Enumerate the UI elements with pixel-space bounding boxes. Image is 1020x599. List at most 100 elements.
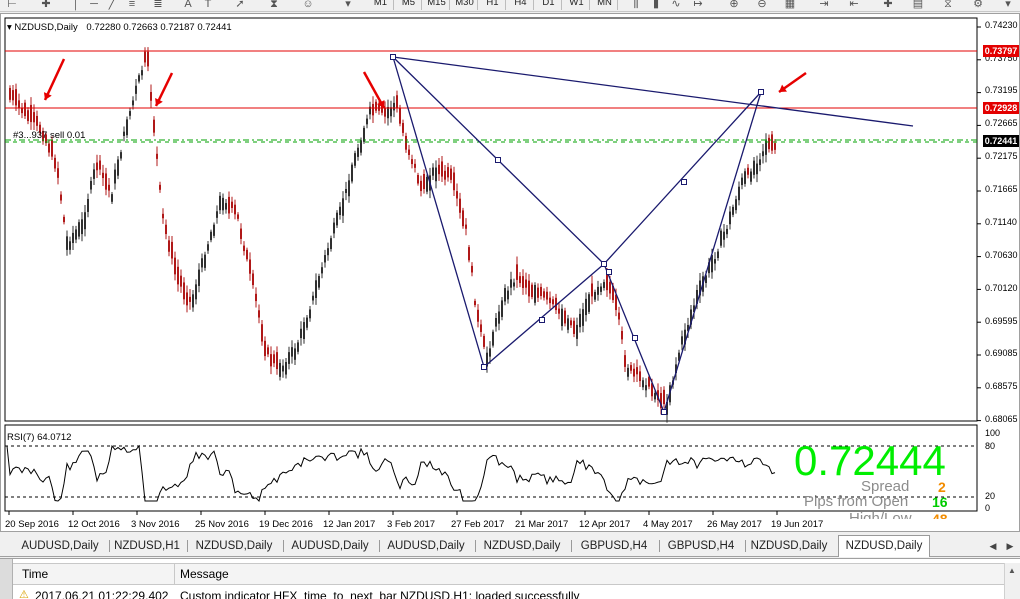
text-label-icon[interactable]: T — [200, 0, 216, 11]
chart-shift-icon[interactable]: ⇥ — [816, 0, 832, 11]
candle-body — [198, 269, 200, 286]
scroll-up-icon[interactable]: ▲ — [1008, 566, 1016, 575]
zoom-in-icon[interactable]: ⊕ — [726, 0, 742, 11]
chart-tab[interactable]: AUDUSD,Daily — [14, 537, 110, 555]
candle-body — [219, 195, 221, 211]
dropdown-arrow-icon[interactable]: ▾ — [340, 0, 356, 11]
date-axis-label: 12 Apr 2017 — [579, 519, 631, 530]
period-icon[interactable]: ⧗ — [266, 0, 282, 11]
candle-body — [627, 367, 629, 377]
column-divider[interactable] — [174, 564, 175, 585]
chart-tab[interactable]: AUDUSD,Daily — [284, 537, 380, 555]
pattern-line — [392, 56, 914, 127]
candle-body — [66, 236, 68, 250]
candle-body — [15, 89, 17, 106]
candle-body — [204, 254, 206, 268]
trendline-icon[interactable]: ╱ — [104, 0, 120, 11]
candle-body — [762, 151, 764, 157]
chart-tab[interactable]: NZDUSD,Daily — [188, 537, 284, 555]
chart-window[interactable]: ▾ NZDUSD,Daily 0.72280 0.72663 0.72187 0… — [0, 13, 1020, 532]
pips-from-open-label: Pips from Open — [804, 493, 909, 510]
fibonacci-icon[interactable]: ≣ — [150, 0, 166, 11]
candle-body — [384, 108, 386, 117]
channel-icon[interactable]: ≡ — [124, 0, 140, 11]
candle-body — [177, 266, 179, 285]
candle-body — [513, 282, 515, 287]
templates-icon[interactable]: ▤ — [910, 0, 926, 11]
candle-body — [399, 107, 401, 124]
timeframe-m1[interactable]: M1 — [368, 0, 394, 10]
candle-body — [741, 177, 743, 186]
expert-icon[interactable]: ☺ — [300, 0, 316, 11]
date-axis-label: 26 May 2017 — [707, 519, 762, 530]
candle-body — [213, 224, 215, 236]
candle-body — [72, 232, 74, 244]
candle-body — [432, 167, 434, 176]
candle-body — [759, 159, 761, 165]
indicators-icon[interactable]: ✚ — [880, 0, 896, 11]
chart-tab[interactable]: GBPUSD,H4 — [660, 537, 746, 555]
candle-body — [663, 389, 665, 405]
chart-ohlc: 0.72280 0.72663 0.72187 0.72441 — [86, 22, 232, 33]
chart-tab[interactable]: GBPUSD,H4 — [572, 537, 660, 555]
line-chart-icon[interactable]: ∿ — [668, 0, 684, 11]
chart-tab[interactable]: NZDUSD,Daily — [746, 537, 832, 555]
more-icon[interactable]: ▾ — [1000, 0, 1016, 11]
auto-scroll-icon[interactable]: ⇤ — [846, 0, 862, 11]
candle-body — [585, 298, 587, 316]
horizontal-line-icon[interactable]: ─ — [86, 0, 102, 11]
candle-body — [153, 119, 155, 133]
arrow-icon[interactable]: ➚ — [232, 0, 248, 11]
text-icon[interactable]: A — [180, 0, 196, 11]
terminal-scrollbar[interactable]: ▲ — [1004, 563, 1020, 599]
vertical-line-icon[interactable]: │ — [68, 0, 84, 11]
chart-tab[interactable]: NZDUSD,Daily — [476, 537, 572, 555]
chart-tab-active[interactable]: NZDUSD,Daily — [838, 535, 930, 557]
candle-body — [426, 176, 428, 192]
candle-body — [60, 194, 62, 201]
crosshair-icon[interactable]: ⊢ — [4, 0, 20, 11]
journal-row[interactable]: ⚠ 2017.06.21 01:22:29.402 Custom indicat… — [13, 586, 1004, 599]
pattern-anchor — [495, 157, 501, 163]
resistance-price-tag: 0.72928 — [983, 102, 1019, 114]
candle-body — [165, 224, 167, 235]
tab-scroll-left-icon[interactable]: ◀ — [986, 539, 1000, 553]
price-axis-label: 0.72175 — [985, 151, 1018, 161]
candle-body — [264, 340, 266, 357]
column-header-time[interactable]: Time — [22, 567, 48, 581]
zoom-out-icon[interactable]: ⊖ — [754, 0, 770, 11]
timeframe-h4[interactable]: H4 — [508, 0, 534, 10]
chart-tab[interactable]: AUDUSD,Daily — [380, 537, 476, 555]
timeframe-m15[interactable]: M15 — [424, 0, 450, 10]
autoscroll-icon[interactable]: ↦ — [690, 0, 706, 11]
candle-body — [438, 164, 440, 175]
rsi-axis-label: 80 — [985, 441, 996, 451]
candle-body — [21, 108, 23, 114]
candlestick-icon[interactable]: ▮ — [648, 0, 664, 11]
pattern-anchor — [539, 317, 545, 323]
period-separator-icon[interactable]: ⧖ — [940, 0, 956, 11]
bar-chart-icon[interactable]: ⫼ — [628, 0, 644, 11]
timeframe-h1[interactable]: H1 — [480, 0, 506, 10]
settings-icon[interactable]: ⚙ — [970, 0, 986, 11]
candle-body — [714, 259, 716, 264]
chart-header: ▾ NZDUSD,Daily 0.72280 0.72663 0.72187 0… — [7, 22, 232, 33]
candle-body — [69, 241, 71, 250]
timeframe-m30[interactable]: M30 — [452, 0, 478, 10]
timeframe-d1[interactable]: D1 — [536, 0, 562, 10]
timeframe-mn[interactable]: MN — [592, 0, 618, 10]
high-low-value: 48 — [932, 511, 948, 519]
column-header-message[interactable]: Message — [180, 567, 229, 581]
timeframe-m5[interactable]: M5 — [396, 0, 422, 10]
candle-body — [462, 210, 464, 227]
candle-body — [474, 300, 476, 306]
journal-time: 2017.06.21 01:22:29.402 — [35, 589, 169, 599]
tile-windows-icon[interactable]: ▦ — [782, 0, 798, 11]
candle-body — [504, 288, 506, 302]
crosshair-cursor-icon[interactable]: ✚ — [38, 0, 54, 11]
candle-body — [120, 152, 122, 159]
timeframe-w1[interactable]: W1 — [564, 0, 590, 10]
tab-scroll-right-icon[interactable]: ▶ — [1003, 539, 1017, 553]
chart-tab[interactable]: NZDUSD,H1 — [110, 537, 188, 555]
candle-body — [261, 324, 263, 342]
